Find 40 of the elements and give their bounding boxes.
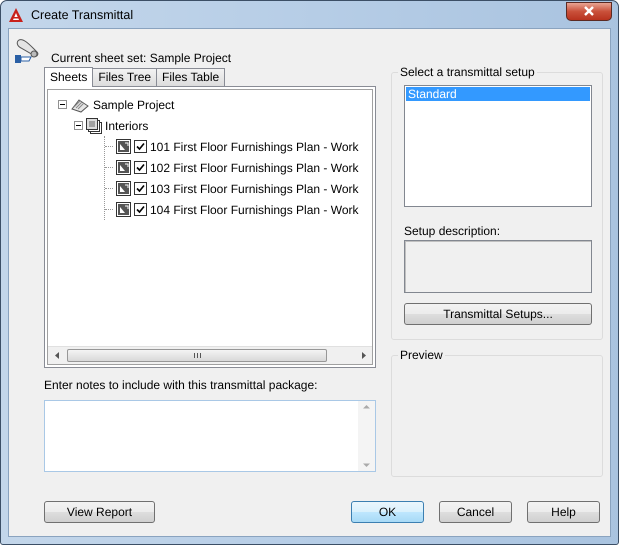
group-title: Preview	[398, 348, 445, 362]
subset-icon	[86, 118, 102, 134]
scroll-right-icon[interactable]	[362, 352, 366, 359]
window-title: Create Transmittal	[31, 8, 134, 22]
tab[interactable]: Files Table	[156, 68, 226, 86]
checkbox[interactable]	[134, 161, 147, 174]
close-button[interactable]	[566, 2, 612, 20]
dialog-button[interactable]: OK	[351, 501, 424, 523]
sheet-icon	[116, 160, 131, 175]
tree-item[interactable]: Interiors	[105, 118, 148, 132]
tab[interactable]: Sheets	[44, 67, 94, 87]
tree-item[interactable]: Sample Project	[93, 98, 174, 112]
notes-label: Enter notes to include with this transmittal package:	[44, 378, 318, 394]
tab[interactable]: Files Tree	[92, 68, 158, 86]
checkbox[interactable]	[134, 182, 147, 195]
collapse-icon[interactable]	[74, 121, 83, 130]
tree-item[interactable]: 101 First Floor Furnishings Plan - Work	[150, 140, 359, 154]
dialog-button[interactable]: Help	[527, 501, 600, 523]
sheet-set-icon	[13, 37, 41, 65]
checkbox[interactable]	[134, 203, 147, 216]
grip-icon	[194, 353, 200, 358]
sheet-icon	[116, 139, 131, 154]
horizontal-scrollbar[interactable]	[48, 346, 372, 364]
tree-item[interactable]: 104 First Floor Furnishings Plan - Work	[150, 202, 359, 216]
close-icon	[583, 6, 595, 16]
tree-item[interactable]: 103 First Floor Furnishings Plan - Work	[150, 182, 359, 196]
tree-item[interactable]: 102 First Floor Furnishings Plan - Work	[150, 160, 359, 174]
scroll-left-icon[interactable]	[54, 352, 58, 359]
current-sheet-set-label: Current sheet set: Sample Project	[51, 51, 232, 65]
checkbox[interactable]	[134, 140, 147, 153]
sheet-set-icon	[70, 96, 90, 112]
app-logo-icon	[8, 6, 24, 22]
dialog-button[interactable]: Cancel	[439, 501, 512, 523]
group-title: Select a transmittal setup	[398, 65, 537, 79]
sheet-icon	[116, 181, 131, 196]
description-label: Setup description:	[404, 224, 502, 238]
dialog-button[interactable]: View Report	[44, 501, 155, 523]
sheet-icon	[116, 202, 131, 217]
transmittal-setups-button[interactable]: Transmittal Setups...	[404, 303, 592, 325]
collapse-icon[interactable]	[58, 100, 67, 109]
